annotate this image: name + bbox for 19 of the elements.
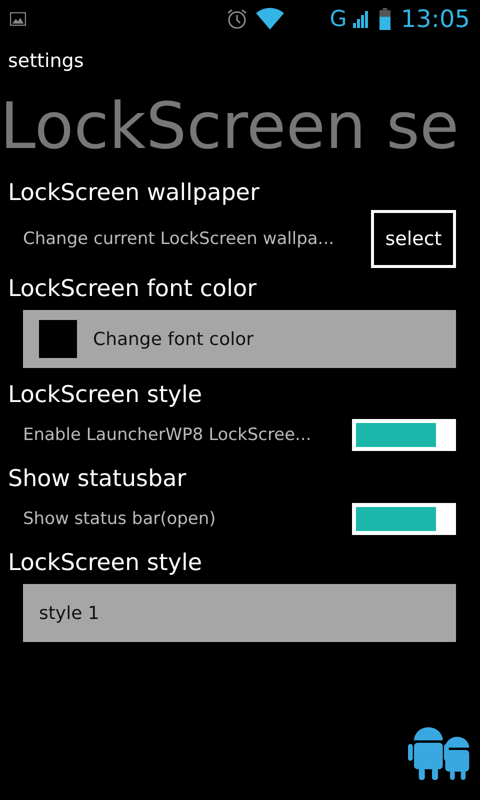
setting-summary: Enable LauncherWP8 LockScree... [23,425,312,445]
signal-icon [352,10,369,28]
font-color-button[interactable]: Change font color [23,310,456,368]
section-title: LockScreen font color [8,275,258,304]
section-title: Show statusbar [8,465,188,494]
select-button[interactable]: select [371,210,456,268]
section-title: LockScreen style [8,549,203,578]
setting-summary: Show status bar(open) [23,509,216,529]
style-dropdown[interactable]: style 1 [23,584,456,642]
screen-title: settings [7,49,85,72]
page-title: LockScreen se [0,89,460,166]
setting-summary: Change current LockScreen wallpa... [23,229,334,249]
wifi-icon [256,7,284,31]
section-title: LockScreen wallpaper [8,179,260,208]
battery-icon [378,8,391,30]
section-title: LockScreen style [8,381,203,410]
gallery-icon [10,12,26,26]
network-type: G [330,6,347,32]
clock: 13:05 [400,5,470,33]
